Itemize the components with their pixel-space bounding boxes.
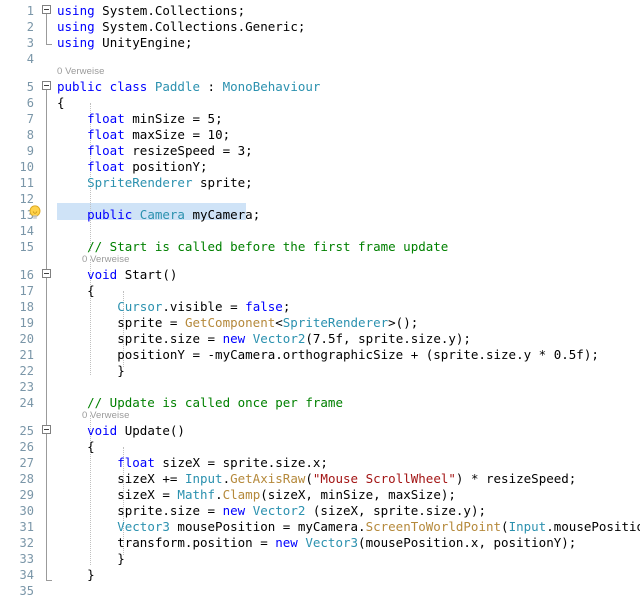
code-line-17[interactable]: {: [57, 283, 95, 299]
line-number-32: 32: [0, 535, 34, 551]
line-number-6: 6: [0, 95, 34, 111]
code-line-10[interactable]: float positionY;: [57, 159, 208, 175]
code-line-3[interactable]: using UnityEngine;: [57, 35, 192, 51]
line-number-16: 16: [0, 267, 34, 283]
code-line-20[interactable]: sprite.size = new Vector2(7.5f, sprite.s…: [57, 331, 471, 347]
line-number-8: 8: [0, 127, 34, 143]
fold-toggle-line-16[interactable]: [42, 269, 51, 278]
fold-toggle-line-5[interactable]: [42, 81, 51, 90]
code-line-30[interactable]: sprite.size = new Vector2 (sizeX, sprite…: [57, 503, 486, 519]
code-line-28[interactable]: sizeX += Input.GetAxisRaw("Mouse ScrollW…: [57, 471, 576, 487]
code-line-15[interactable]: // Start is called before the first fram…: [57, 239, 448, 255]
code-line-16[interactable]: void Start(): [57, 267, 177, 283]
code-line-34[interactable]: }: [57, 567, 95, 583]
line-number-18: 18: [0, 299, 34, 315]
line-number-2: 2: [0, 19, 34, 35]
code-line-1[interactable]: using System.Collections;: [57, 3, 245, 19]
code-line-25[interactable]: void Update(): [57, 423, 185, 439]
line-number-14: 14: [0, 223, 34, 239]
line-number-3: 3: [0, 35, 34, 51]
line-number-4: 4: [0, 51, 34, 67]
line-number-1: 1: [0, 3, 34, 19]
code-line-7[interactable]: float minSize = 5;: [57, 111, 223, 127]
line-number-5: 5: [0, 79, 34, 95]
code-line-19[interactable]: sprite = GetComponent<SpriteRenderer>();: [57, 315, 418, 331]
codelens-class-paddle[interactable]: 0 Verweise: [57, 66, 104, 78]
line-number-15: 15: [0, 239, 34, 255]
code-line-18[interactable]: Cursor.visible = false;: [57, 299, 290, 315]
line-number-11: 11: [0, 175, 34, 191]
code-line-11[interactable]: SpriteRenderer sprite;: [57, 175, 253, 191]
code-line-6[interactable]: {: [57, 95, 65, 111]
code-line-26[interactable]: {: [57, 439, 95, 455]
code-line-13[interactable]: public Camera myCamera;: [57, 207, 260, 223]
line-number-27: 27: [0, 455, 34, 471]
code-line-5[interactable]: public class Paddle : MonoBehaviour: [57, 79, 320, 95]
line-number-34: 34: [0, 567, 34, 583]
code-line-2[interactable]: using System.Collections.Generic;: [57, 19, 305, 35]
line-number-26: 26: [0, 439, 34, 455]
line-number-25: 25: [0, 423, 34, 439]
line-number-19: 19: [0, 315, 34, 331]
code-line-24[interactable]: // Update is called once per frame: [57, 395, 343, 411]
line-number-35: 35: [0, 583, 34, 599]
fold-rail-class: [46, 86, 47, 581]
line-number-29: 29: [0, 487, 34, 503]
line-number-23: 23: [0, 379, 34, 395]
codelens-method-start[interactable]: 0 Verweise: [82, 254, 129, 266]
line-number-33: 33: [0, 551, 34, 567]
code-line-27[interactable]: float sizeX = sprite.size.x;: [57, 455, 328, 471]
line-number-20: 20: [0, 331, 34, 347]
code-line-22[interactable]: }: [57, 363, 125, 379]
code-line-21[interactable]: positionY = -myCamera.orthographicSize +…: [57, 347, 599, 363]
code-line-29[interactable]: sizeX = Mathf.Clamp(sizeX, minSize, maxS…: [57, 487, 456, 503]
fold-rail-foot-usings: [46, 44, 52, 45]
code-line-9[interactable]: float resizeSpeed = 3;: [57, 143, 253, 159]
code-editor-surface[interactable]: 1 2 3 4 5 6 7 8 9 10 11 12 13 14 15 16 1…: [0, 0, 640, 608]
line-number-22: 22: [0, 363, 34, 379]
line-number-9: 9: [0, 143, 34, 159]
code-line-8[interactable]: float maxSize = 10;: [57, 127, 230, 143]
fold-rail-usings: [46, 10, 47, 45]
code-line-33[interactable]: }: [57, 551, 125, 567]
line-number-24: 24: [0, 395, 34, 411]
line-number-17: 17: [0, 283, 34, 299]
line-number-7: 7: [0, 111, 34, 127]
fold-toggle-line-25[interactable]: [42, 425, 51, 434]
line-number-28: 28: [0, 471, 34, 487]
fold-rail-foot-class: [46, 580, 52, 581]
code-line-31[interactable]: Vector3 mousePosition = myCamera.ScreenT…: [57, 519, 640, 535]
code-line-32[interactable]: transform.position = new Vector3(mousePo…: [57, 535, 576, 551]
line-number-31: 31: [0, 519, 34, 535]
codelens-method-update[interactable]: 0 Verweise: [82, 410, 129, 422]
line-number-21: 21: [0, 347, 34, 363]
lightbulb-icon[interactable]: [28, 205, 42, 220]
fold-toggle-line-1[interactable]: [42, 5, 51, 14]
line-number-10: 10: [0, 159, 34, 175]
line-number-30: 30: [0, 503, 34, 519]
